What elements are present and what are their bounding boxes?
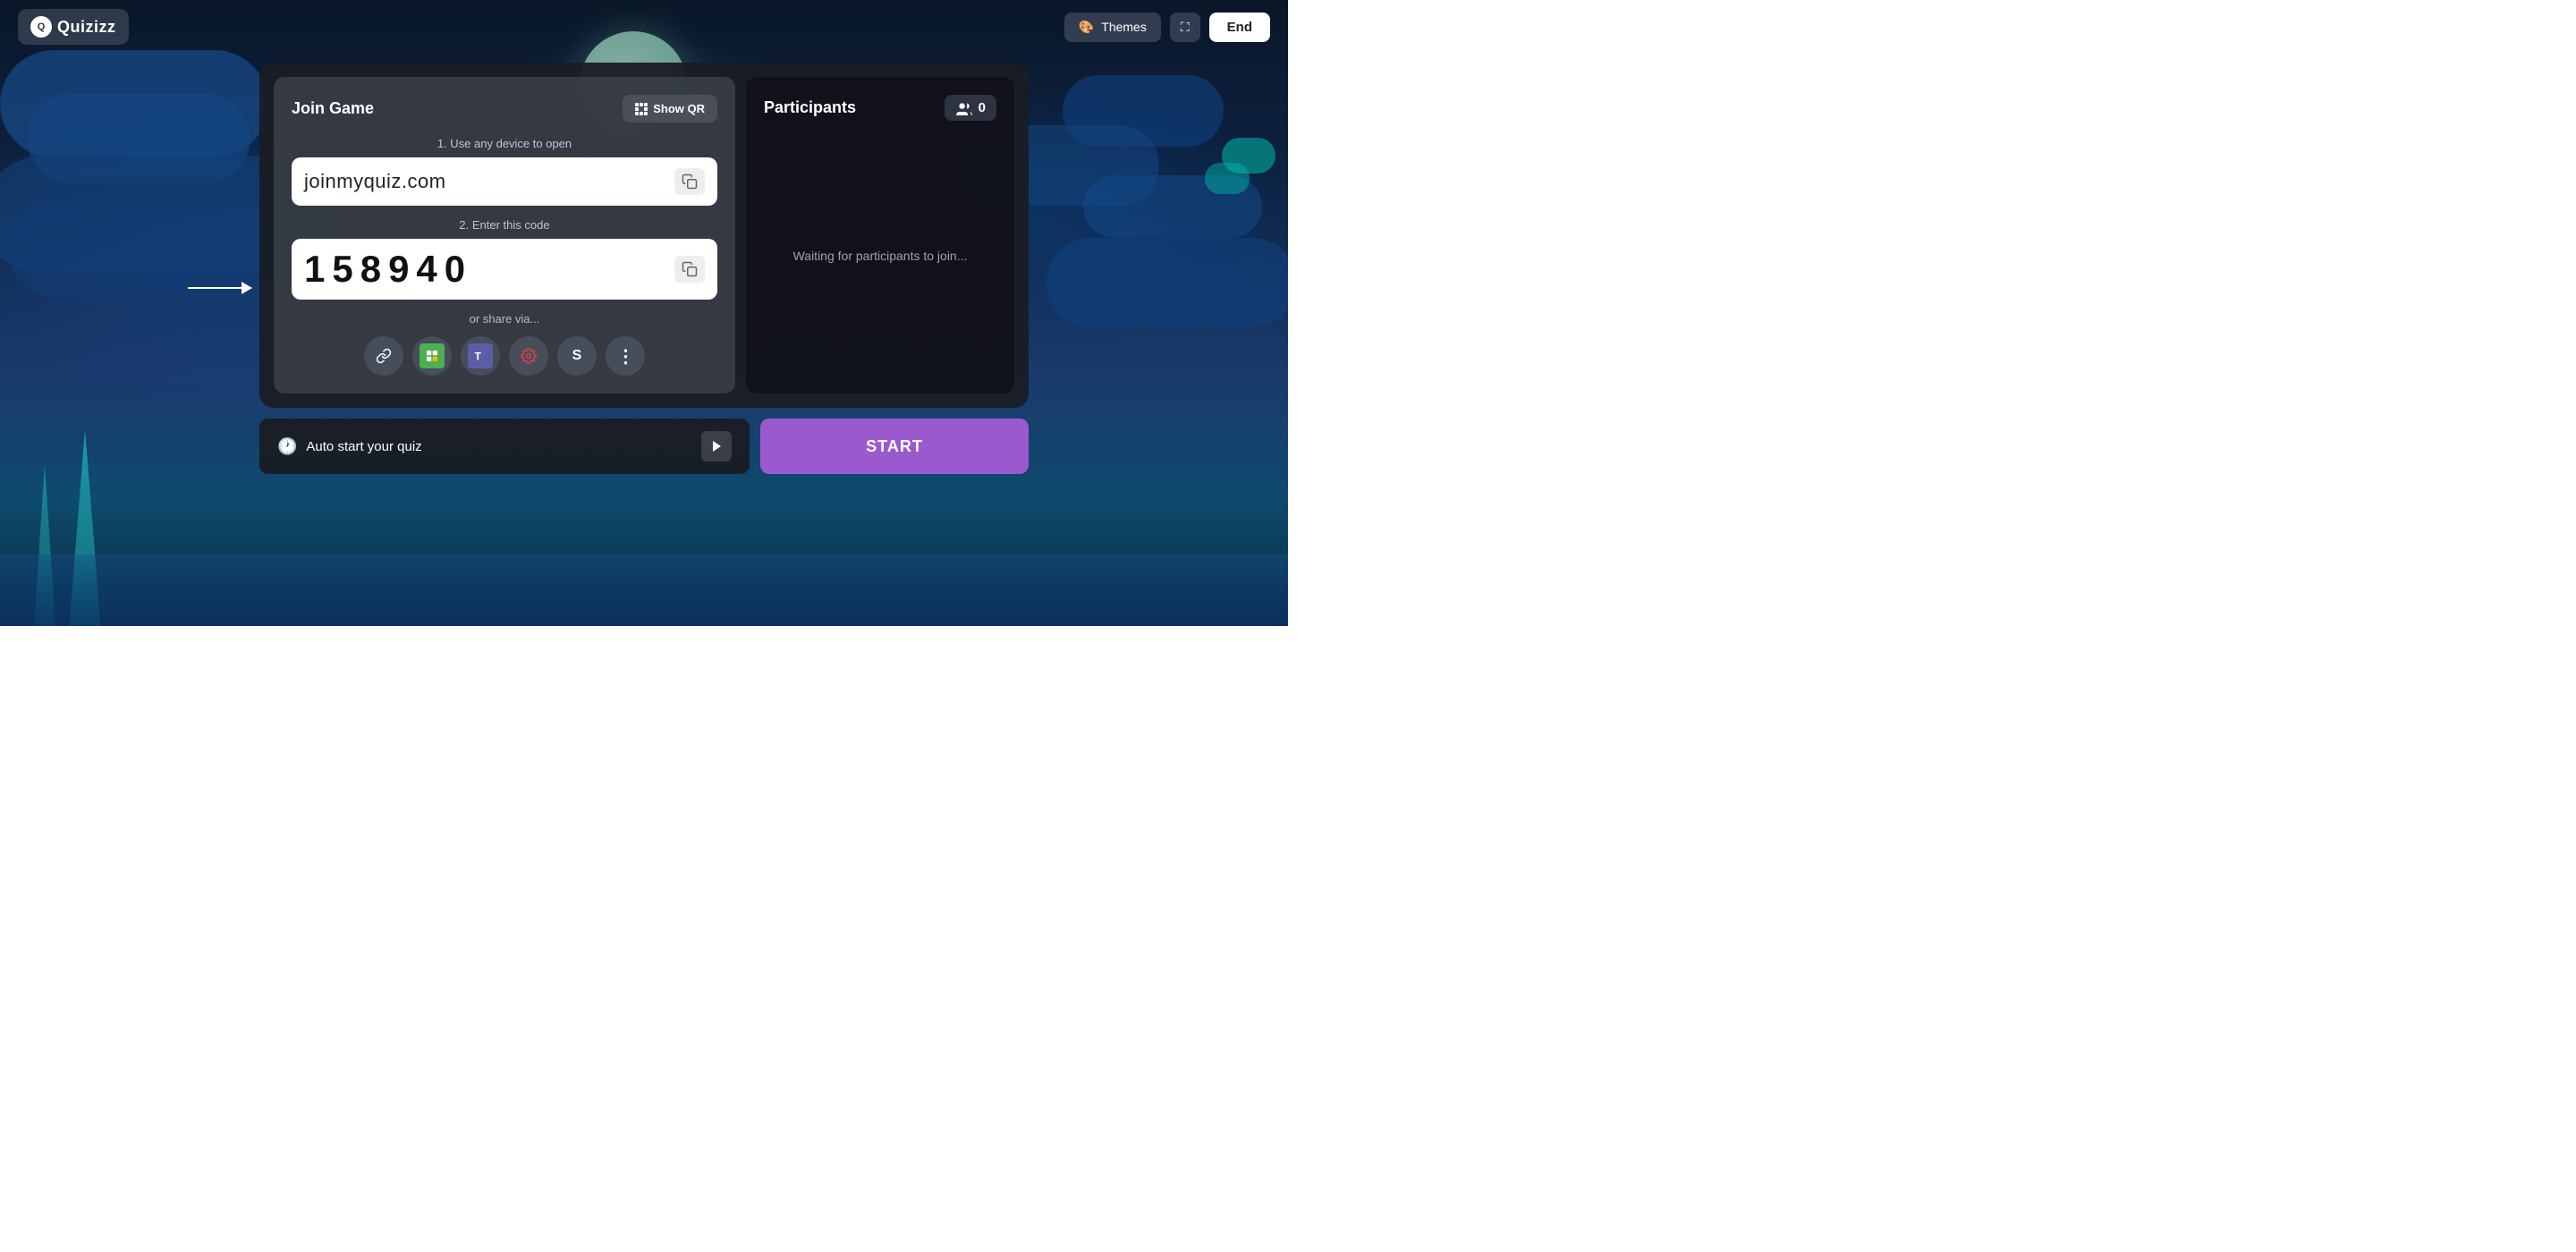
join-panel: Join Game Show QR — [274, 77, 735, 393]
logo-text: Quizizz — [57, 18, 116, 37]
fullscreen-icon: ⛶ — [1181, 20, 1190, 34]
share-label: or share via... — [292, 312, 717, 326]
google-classroom-icon — [419, 343, 445, 368]
url-text: joinmyquiz.com — [304, 170, 446, 193]
auto-start-left: 🕐 Auto start your quiz — [277, 437, 422, 456]
copy-url-button[interactable] — [674, 168, 705, 195]
share-teams-button[interactable]: T — [461, 336, 500, 376]
share-google-classroom-button[interactable] — [412, 336, 452, 376]
more-icon: ⋮ — [617, 345, 634, 368]
share-icons: T S ⋮ — [292, 336, 717, 376]
game-card: Join Game Show QR — [259, 63, 1029, 408]
cloud-8 — [1046, 238, 1288, 327]
show-qr-button[interactable]: Show QR — [623, 95, 717, 123]
share-link-button[interactable] — [364, 336, 403, 376]
participants-count-badge: 0 — [945, 95, 996, 121]
copy-icon — [682, 173, 698, 190]
participants-panel: Participants 0 Waiting for participants … — [746, 77, 1014, 393]
code-box: 158940 — [292, 239, 717, 300]
gear-icon — [521, 348, 537, 364]
join-header: Join Game Show QR — [292, 95, 717, 123]
url-box: joinmyquiz.com — [292, 157, 717, 206]
fullscreen-button[interactable]: ⛶ — [1170, 13, 1200, 42]
game-code: 158940 — [304, 248, 472, 291]
share-skype-button[interactable]: S — [557, 336, 597, 376]
bottom-controls: 🕐 Auto start your quiz START — [259, 419, 1029, 474]
main-content: Join Game Show QR — [259, 63, 1029, 474]
participants-title: Participants — [764, 98, 856, 117]
logo-icon: Q — [30, 16, 52, 38]
clock-icon: 🕐 — [277, 437, 297, 456]
arrow-head — [242, 282, 252, 294]
waiting-text: Waiting for participants to join... — [793, 249, 968, 263]
step2-label: 2. Enter this code — [292, 218, 717, 232]
join-title: Join Game — [292, 99, 374, 118]
auto-start-button[interactable]: 🕐 Auto start your quiz — [259, 419, 750, 474]
start-button[interactable]: START — [760, 419, 1029, 474]
teams-icon: T — [468, 343, 493, 368]
share-settings-button[interactable] — [509, 336, 548, 376]
palette-icon: 🎨 — [1079, 20, 1094, 35]
participants-count: 0 — [979, 100, 986, 115]
qr-icon — [635, 103, 648, 115]
copy-code-icon — [682, 261, 698, 277]
arrow-indicator — [188, 282, 252, 294]
themes-button[interactable]: 🎨 Themes — [1064, 13, 1161, 42]
end-label: End — [1227, 20, 1252, 35]
water-decoration — [0, 554, 1288, 626]
participants-icon — [955, 101, 973, 115]
cloud-teal-2 — [1205, 163, 1250, 194]
participants-body: Waiting for participants to join... — [764, 135, 996, 376]
svg-text:T: T — [475, 351, 482, 363]
auto-start-label: Auto start your quiz — [306, 439, 421, 454]
link-icon — [376, 348, 392, 364]
topbar: Q Quizizz 🎨 Themes ⛶ End — [0, 0, 1288, 54]
play-icon — [701, 431, 732, 461]
skype-icon: S — [572, 348, 582, 364]
arrow-line — [188, 287, 242, 289]
start-label: START — [866, 437, 923, 455]
share-more-button[interactable]: ⋮ — [606, 336, 645, 376]
step1-label: 1. Use any device to open — [292, 137, 717, 150]
show-qr-label: Show QR — [653, 102, 705, 115]
topbar-actions: 🎨 Themes ⛶ End — [1064, 13, 1270, 42]
participants-header: Participants 0 — [764, 95, 996, 121]
end-button[interactable]: End — [1209, 13, 1270, 42]
copy-code-button[interactable] — [674, 256, 705, 283]
themes-label: Themes — [1101, 20, 1147, 34]
logo: Q Quizizz — [18, 9, 129, 45]
